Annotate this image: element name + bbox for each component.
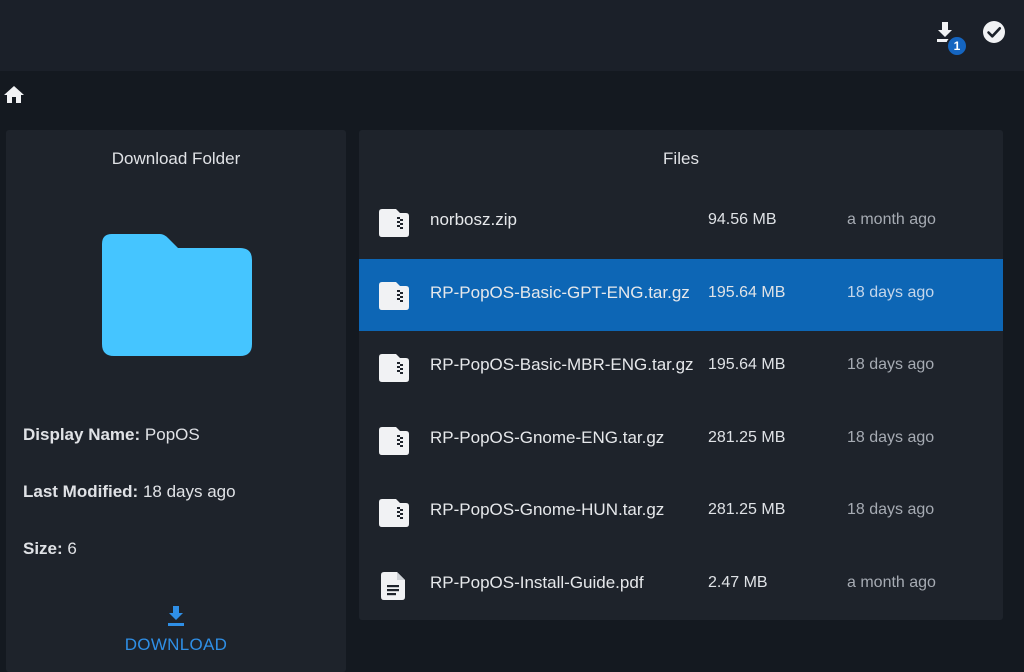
last-modified-row: Last Modified: 18 days ago — [23, 482, 236, 502]
home-icon — [4, 86, 24, 103]
size-label: Size: — [23, 539, 63, 558]
folder-icon — [102, 234, 252, 356]
check-button[interactable] — [982, 20, 1006, 44]
file-row[interactable]: RP-PopOS-Basic-GPT-ENG.tar.gz 195.64 MB 18… — [359, 259, 1003, 331]
archive-icon — [379, 427, 409, 455]
file-modified: 18 days ago — [847, 501, 935, 518]
top-bar: 1 — [0, 0, 1024, 71]
archive-icon — [379, 282, 409, 310]
download-icon — [168, 606, 184, 626]
file-name: RP-PopOS-Install-Guide.pdf — [430, 573, 644, 592]
file-size: 195.64 MB — [708, 284, 786, 301]
files-panel: Files norbosz.zip 94.56 MB a month ago RP-P… — [359, 130, 1003, 620]
archive-icon — [379, 209, 409, 237]
last-modified-value: 18 days ago — [142, 482, 236, 501]
display-name-row: Display Name: PopOS — [23, 425, 200, 445]
download-count-badge: 1 — [946, 35, 968, 57]
check-circle-icon — [983, 21, 1005, 43]
file-size: 2.47 MB — [708, 574, 768, 591]
file-modified: 18 days ago — [847, 356, 935, 373]
archive-icon — [379, 499, 409, 527]
file-size: 195.64 MB — [708, 356, 786, 373]
home-button[interactable] — [3, 84, 25, 106]
file-row[interactable]: RP-PopOS-Gnome-ENG.tar.gz 281.25 MB 18 day… — [359, 404, 1003, 476]
file-modified: a month ago — [847, 574, 936, 591]
folder-details-panel: Download Folder Display Name: PopOS Last… — [6, 130, 346, 672]
file-row[interactable]: RP-PopOS-Basic-MBR-ENG.tar.gz 195.64 MB 18… — [359, 331, 1003, 403]
file-modified: a month ago — [847, 211, 936, 228]
file-name: norbosz.zip — [430, 210, 517, 229]
file-name: RP-PopOS-Basic-MBR-ENG.tar.gz — [430, 355, 694, 374]
file-name: RP-PopOS-Gnome-HUN.tar.gz — [430, 500, 665, 519]
archive-icon — [379, 354, 409, 382]
downloads-button[interactable]: 1 — [934, 20, 970, 60]
document-icon — [379, 572, 409, 600]
file-name: RP-PopOS-Basic-GPT-ENG.tar.gz — [430, 283, 690, 302]
file-size: 281.25 MB — [708, 501, 786, 518]
download-button[interactable]: DOWNLOAD — [111, 606, 241, 664]
size-row: Size: 6 — [23, 539, 77, 559]
file-modified: 18 days ago — [847, 284, 935, 301]
file-size: 94.56 MB — [708, 211, 777, 228]
file-row[interactable]: RP-PopOS-Gnome-HUN.tar.gz 281.25 MB 18 day… — [359, 476, 1003, 548]
download-label: DOWNLOAD — [124, 635, 228, 654]
display-name-value: PopOS — [144, 425, 200, 444]
display-name-label: Display Name: — [23, 425, 141, 444]
last-modified-label: Last Modified: — [23, 482, 139, 501]
file-modified: 18 days ago — [847, 429, 935, 446]
file-row[interactable]: norbosz.zip 94.56 MB a month ago — [359, 186, 1003, 258]
file-name: RP-PopOS-Gnome-ENG.tar.gz — [430, 428, 665, 447]
file-size: 281.25 MB — [708, 429, 786, 446]
files-title: Files — [663, 149, 699, 168]
panel-title: Download Folder — [111, 149, 241, 168]
file-row[interactable]: RP-PopOS-Install-Guide.pdf 2.47 MB a month… — [359, 549, 1003, 621]
size-value: 6 — [67, 539, 77, 558]
